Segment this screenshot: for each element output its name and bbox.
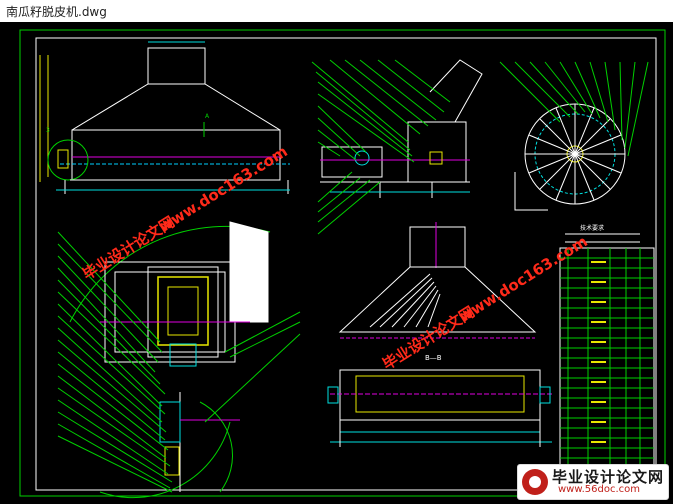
label-a: A xyxy=(205,113,210,120)
watermark-1-url: www.doc163.com xyxy=(156,142,291,236)
watermark-2: 毕业设计论文网 www.doc163.com xyxy=(379,232,590,373)
tech-requirements-heading: 技术要求 xyxy=(580,224,604,232)
window-titlebar: 南瓜籽脱皮机.dwg xyxy=(0,0,673,23)
brand-url: www.56doc.com xyxy=(558,484,641,495)
drawing-canvas[interactable]: A 3 B—B 技术要求 毕业设计论文网 www.doc163.com 毕业设计… xyxy=(0,22,673,504)
watermark-2-url: www.doc163.com xyxy=(456,232,591,326)
cad-drawing: A 3 B—B 技术要求 毕业设计论文网 www.doc163.com 毕业设计… xyxy=(19,29,666,499)
window-title: 南瓜籽脱皮机.dwg xyxy=(6,5,107,19)
label-3: 3 xyxy=(46,127,50,134)
parts-table xyxy=(559,233,655,489)
view-top-right xyxy=(499,61,649,211)
view-top-middle xyxy=(311,59,483,235)
section-label: B—B xyxy=(425,354,442,362)
brand-logo-icon xyxy=(522,469,548,495)
brand-badge: 毕业设计论文网 www.56doc.com xyxy=(517,464,669,500)
